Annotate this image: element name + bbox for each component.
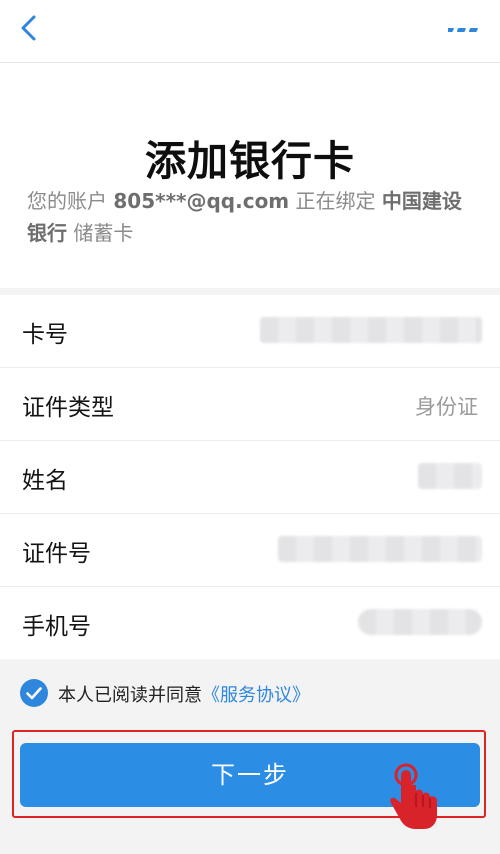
card-type: 储蓄卡 <box>73 221 134 245</box>
subtitle-mid: 正在绑定 <box>295 189 376 213</box>
account-id: 805***@qq.com <box>113 189 290 213</box>
id-type-row[interactable]: 证件类型 身份证 <box>0 368 500 441</box>
chevron-left-icon[interactable] <box>10 8 50 48</box>
id-type-value[interactable]: 身份证 <box>415 391 478 421</box>
binding-description: 您的账户 805***@qq.com 正在绑定 中国建设银行 储蓄卡 <box>27 185 467 249</box>
pointing-hand-icon <box>386 763 442 835</box>
agreement-row: 本人已阅读并同意《服务协议》 <box>20 678 480 710</box>
phone-value-blurred[interactable] <box>358 609 482 635</box>
agreement-text: 本人已阅读并同意《服务协议》 <box>58 681 310 707</box>
check-icon[interactable] <box>20 679 48 707</box>
phone-row[interactable]: 手机号 <box>0 587 500 659</box>
id-number-label: 证件号 <box>22 541 91 567</box>
name-label: 姓名 <box>22 468 68 494</box>
card-number-value-blurred[interactable] <box>260 317 482 343</box>
id-number-row[interactable]: 证件号 <box>0 514 500 587</box>
name-value-blurred[interactable] <box>418 463 482 489</box>
subtitle-prefix: 您的账户 <box>27 189 107 213</box>
more-dots-icon[interactable] <box>444 20 482 40</box>
card-number-label: 卡号 <box>22 322 68 348</box>
id-type-label: 证件类型 <box>22 395 114 421</box>
phone-label: 手机号 <box>22 614 91 640</box>
card-number-row[interactable]: 卡号 <box>0 295 500 368</box>
page-title: 添加银行卡 <box>145 137 355 185</box>
id-number-value-blurred[interactable] <box>278 536 482 562</box>
agreement-statement: 本人已阅读并同意 <box>58 685 202 706</box>
nav-bar <box>0 0 500 63</box>
name-row[interactable]: 姓名 <box>0 441 500 514</box>
service-agreement-link[interactable]: 《服务协议》 <box>202 685 310 706</box>
card-form: 卡号 证件类型 身份证 姓名 证件号 手机号 <box>0 295 500 659</box>
